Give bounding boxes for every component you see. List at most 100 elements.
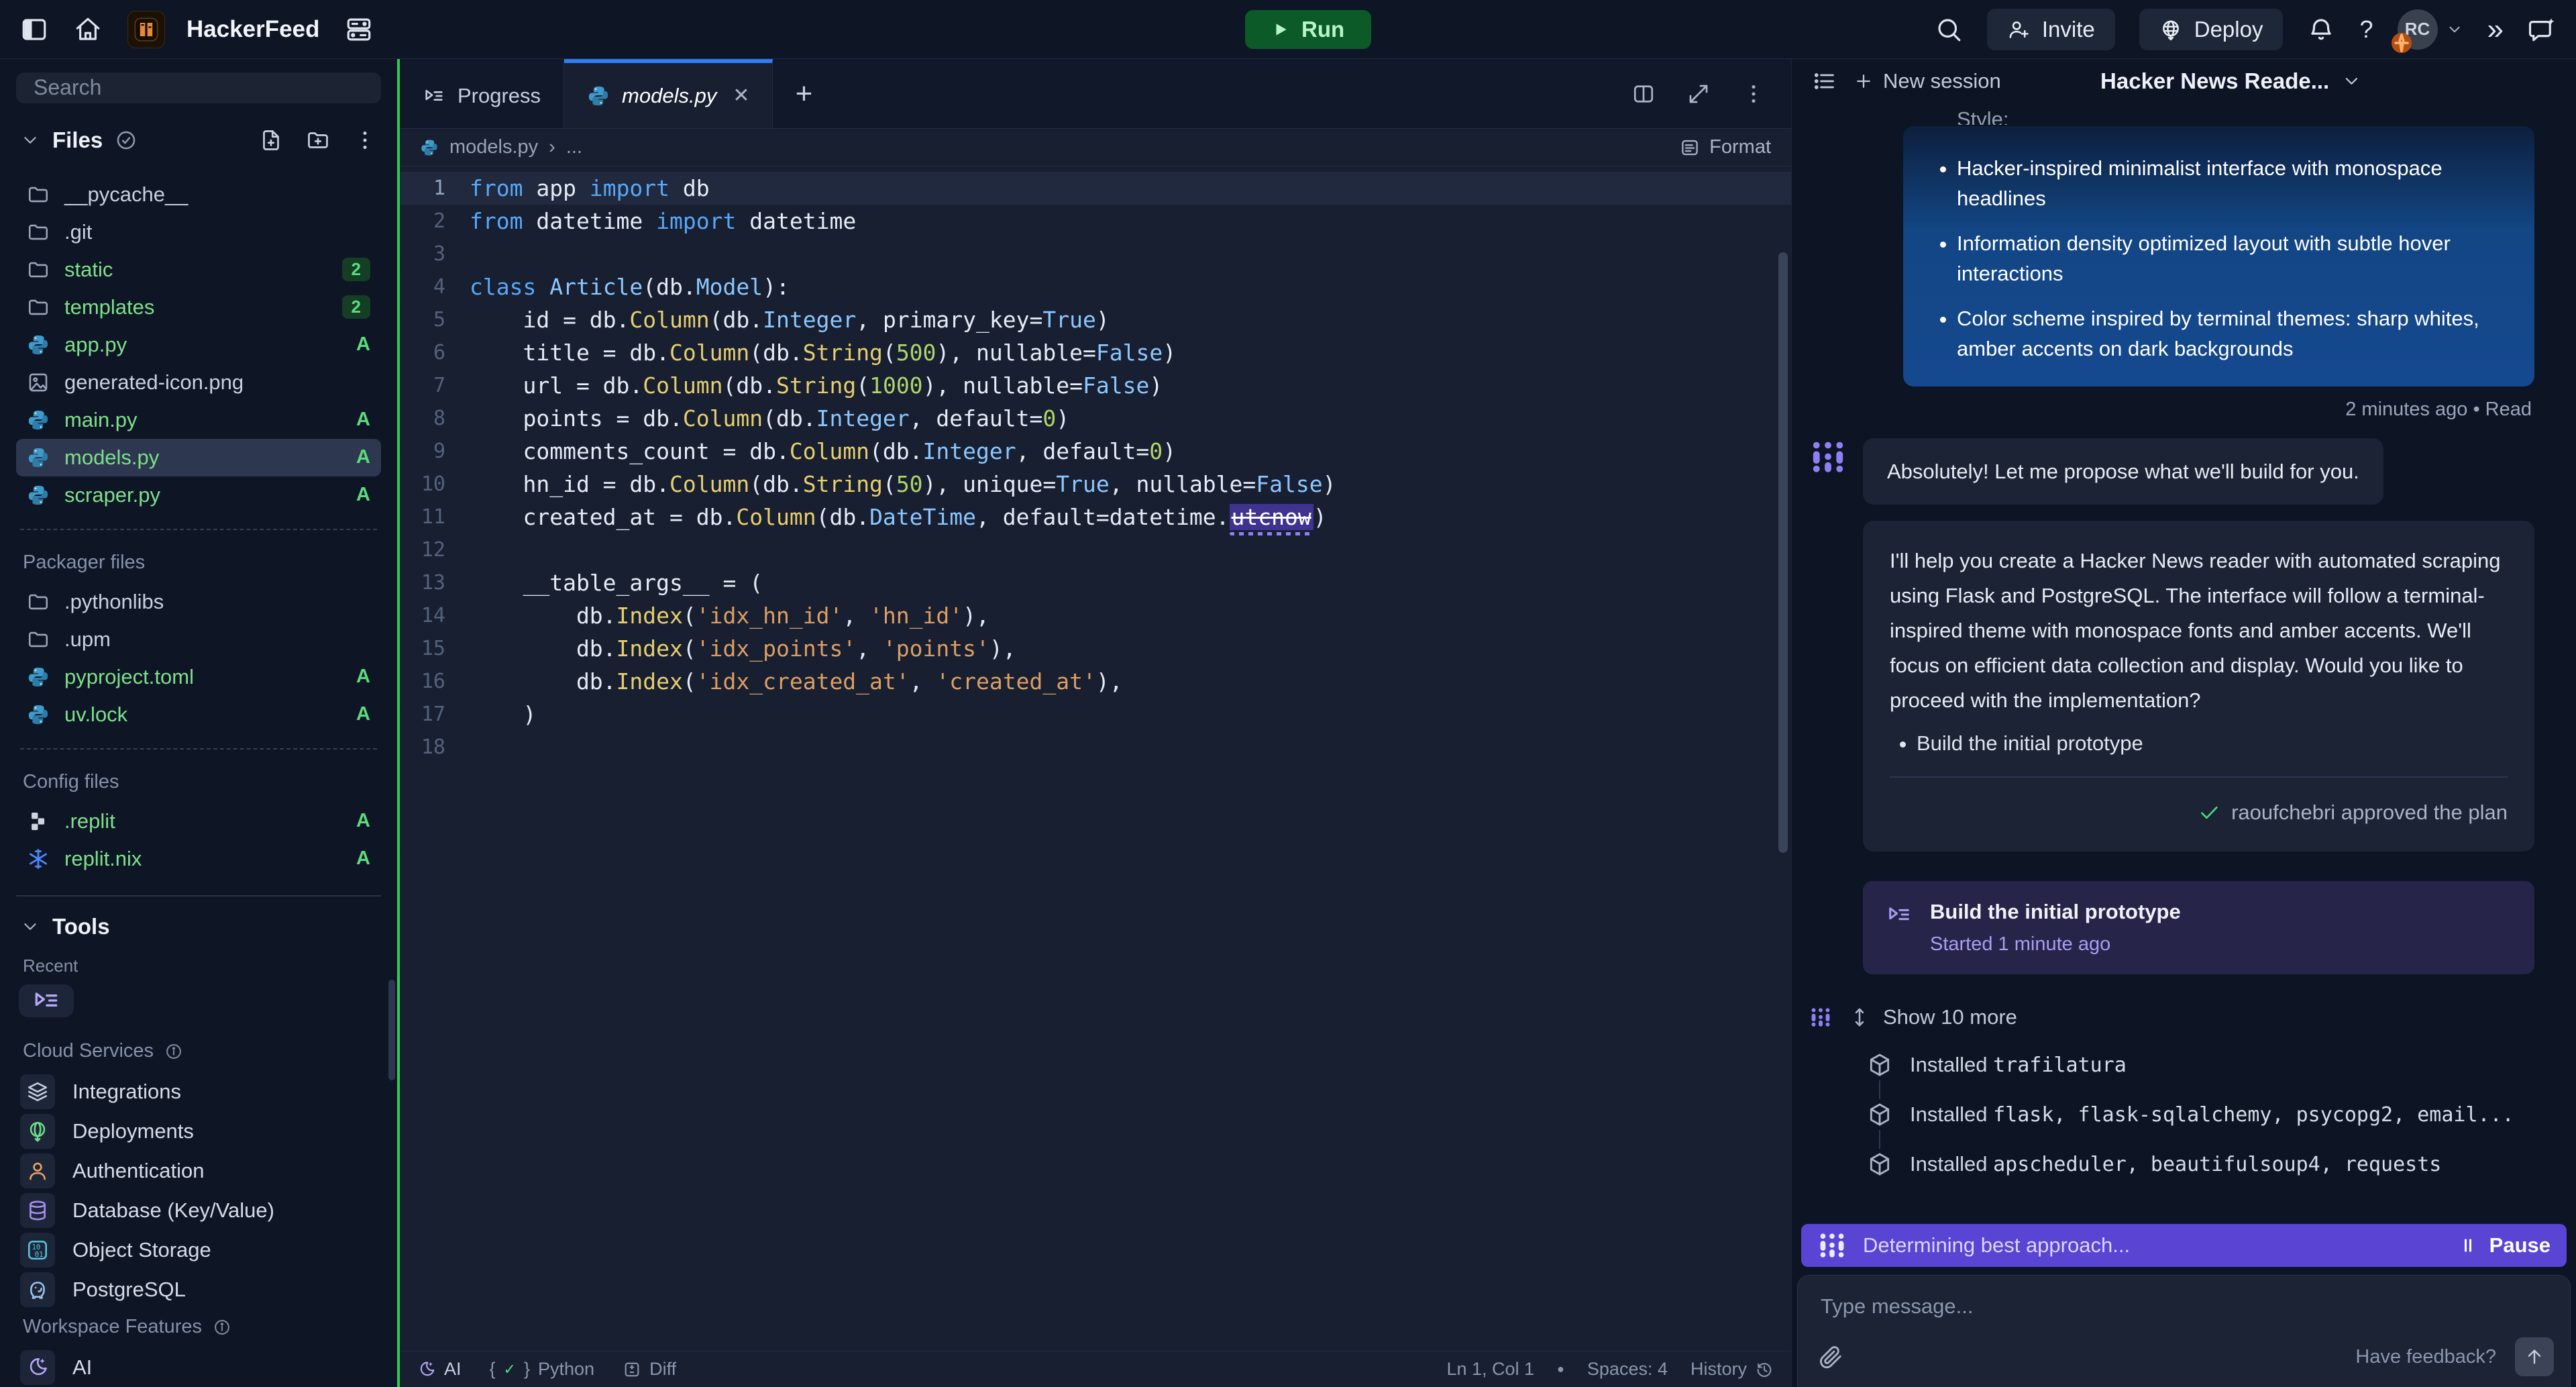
divider — [16, 895, 381, 896]
expand-icon[interactable] — [1686, 82, 1711, 106]
chat-scroll-area[interactable]: Style: Hacker-inspired minimalist interf… — [1792, 103, 2576, 1211]
breadcrumb-file[interactable]: models.py — [449, 136, 538, 158]
statusbar-diff[interactable]: Diff — [623, 1359, 676, 1380]
file-row[interactable]: uv.lockA — [16, 696, 381, 733]
task-card[interactable]: Build the initial prototype Started 1 mi… — [1863, 881, 2534, 974]
sidebar-item-deployments[interactable]: Deployments — [16, 1111, 381, 1151]
database-icon — [26, 1199, 49, 1222]
collapse-icon[interactable]: » — [2487, 15, 2504, 44]
python-icon — [27, 484, 50, 507]
installed-packages-row[interactable]: Installed trafilatura — [1867, 1052, 2534, 1078]
bell-icon[interactable] — [2307, 15, 2335, 44]
tab-models-py[interactable]: models.py ✕ — [564, 59, 773, 128]
file-row[interactable]: .pythonlibs — [16, 583, 381, 621]
app-icon[interactable] — [127, 11, 165, 48]
kebab-icon[interactable] — [353, 128, 377, 152]
file-row[interactable]: models.pyA — [16, 439, 381, 476]
account-menu[interactable]: RC — [2398, 9, 2463, 50]
sidebar-item-object-storage[interactable]: 1001Object Storage — [16, 1230, 381, 1270]
code-editor[interactable]: 1from app import db2from datetime import… — [400, 166, 1791, 1351]
file-row[interactable]: pyproject.tomlA — [16, 658, 381, 696]
new-folder-icon[interactable] — [306, 128, 330, 152]
sidebar-toggle-icon[interactable] — [20, 15, 48, 44]
format-button[interactable]: Format — [1680, 136, 1771, 158]
cursor-position[interactable]: Ln 1, Col 1 — [1446, 1359, 1534, 1380]
search-input[interactable]: Search — [16, 72, 381, 103]
file-row[interactable]: .replitA — [16, 803, 381, 840]
sidebar-item-authentication[interactable]: Authentication — [16, 1151, 381, 1190]
python-icon — [587, 85, 610, 107]
statusbar-ai[interactable]: AI — [417, 1359, 462, 1380]
invite-button[interactable]: Invite — [1987, 9, 2115, 50]
code-line: 18 — [400, 731, 1791, 764]
line-number: 2 — [400, 209, 470, 233]
editor-scrollbar[interactable] — [1778, 252, 1788, 853]
change-count-badge: 2 — [342, 258, 370, 281]
git-status-badge: A — [356, 810, 370, 832]
file-row[interactable]: scraper.pyA — [16, 476, 381, 514]
message-composer[interactable]: Type message... Have feedback? — [1797, 1275, 2571, 1387]
tools-header[interactable]: Tools — [16, 909, 381, 945]
session-title[interactable]: Hacker News Reade... — [2100, 68, 2361, 94]
new-tab-button[interactable]: + — [773, 59, 835, 128]
split-view-icon[interactable] — [1631, 82, 1656, 106]
sidebar-item-database-key-value-[interactable]: Database (Key/Value) — [16, 1190, 381, 1230]
session-list-icon[interactable] — [1812, 69, 1836, 93]
console-icon — [423, 85, 445, 107]
paperclip-icon[interactable] — [1818, 1344, 1843, 1370]
installed-packages-row[interactable]: Installed flask, flask-sqlalchemy, psyco… — [1867, 1102, 2534, 1127]
file-row[interactable]: main.pyA — [16, 401, 381, 439]
sidebar-item-postgresql[interactable]: PostgreSQL — [16, 1270, 381, 1309]
send-button[interactable] — [2515, 1337, 2554, 1376]
run-button[interactable]: Run — [1245, 10, 1371, 49]
installed-packages-row[interactable]: Installed apscheduler, beautifulsoup4, r… — [1867, 1151, 2534, 1177]
help-icon[interactable]: ? — [2359, 15, 2373, 44]
breadcrumb: models.py › ... Format — [400, 129, 1791, 166]
task-meta: Started 1 minute ago — [1930, 933, 2181, 956]
file-name: models.py — [64, 446, 159, 470]
file-name: __pycache__ — [64, 183, 188, 207]
feedback-link[interactable]: Have feedback? — [2355, 1346, 2496, 1368]
file-name: .pythonlibs — [64, 590, 164, 614]
file-row[interactable]: replit.nixA — [16, 840, 381, 878]
indent-setting[interactable]: Spaces: 4 — [1587, 1359, 1668, 1380]
chat-sparkle-icon[interactable] — [2528, 15, 2556, 44]
new-file-icon[interactable] — [259, 128, 283, 152]
line-number: 15 — [400, 637, 470, 660]
history-button[interactable]: History — [1690, 1359, 1774, 1380]
file-row[interactable]: .git — [16, 213, 381, 251]
search-icon[interactable] — [1935, 15, 1963, 44]
file-row[interactable]: templates2 — [16, 289, 381, 326]
check-circle-icon[interactable] — [115, 129, 138, 152]
files-header[interactable]: Files — [16, 122, 381, 158]
file-row[interactable]: generated-icon.png — [16, 364, 381, 401]
recent-tool-console-button[interactable] — [19, 984, 74, 1017]
code-line: 4class Article(db.Model): — [400, 270, 1791, 303]
sidebar-item-ai[interactable]: AI — [16, 1347, 381, 1387]
git-status-badge: A — [356, 333, 370, 356]
file-row[interactable]: static2 — [16, 251, 381, 289]
message-input[interactable]: Type message... — [1821, 1294, 1973, 1318]
statusbar-language[interactable]: {✓} Python — [490, 1359, 595, 1380]
kebab-icon[interactable] — [1741, 82, 1766, 106]
close-icon[interactable]: ✕ — [733, 84, 749, 107]
package-icon — [1867, 1151, 1892, 1177]
package-icon — [1867, 1102, 1892, 1127]
info-icon[interactable] — [213, 1318, 231, 1337]
info-icon[interactable] — [164, 1042, 183, 1061]
message-meta[interactable]: 2 minutes ago • Read — [1812, 399, 2532, 421]
pause-button[interactable]: Pause — [2459, 1233, 2551, 1257]
tab-progress[interactable]: Progress — [400, 59, 564, 128]
deploy-button[interactable]: Deploy — [2139, 9, 2284, 50]
breadcrumb-more[interactable]: ... — [566, 136, 582, 158]
sidebar-item-integrations[interactable]: Integrations — [16, 1072, 381, 1111]
home-icon[interactable] — [74, 15, 102, 44]
new-session-button[interactable]: New session — [1854, 69, 2001, 93]
show-more-button[interactable]: Show 10 more — [1848, 1005, 2017, 1029]
file-row[interactable]: app.pyA — [16, 326, 381, 364]
sidebar-scrollbar[interactable] — [388, 980, 395, 1080]
file-row[interactable]: .upm — [16, 621, 381, 658]
file-row[interactable]: __pycache__ — [16, 176, 381, 213]
storage-icon[interactable] — [345, 15, 373, 44]
git-status-badge: A — [356, 484, 370, 506]
